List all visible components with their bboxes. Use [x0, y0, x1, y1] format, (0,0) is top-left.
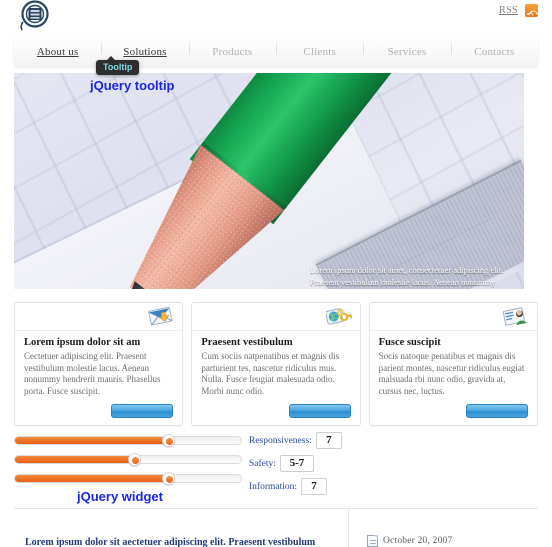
- field-row-safety: Safety: 5-7: [249, 454, 369, 473]
- footer-vertical-divider: [348, 508, 349, 547]
- feature-card: Lorem ipsum dolor sit am Cectetuer adipi…: [14, 302, 184, 426]
- card-body: Fusce suscipit Socis natoque penatibus e…: [370, 331, 537, 397]
- information-label: Information:: [249, 481, 298, 492]
- card-header: [192, 303, 360, 331]
- slider-group: [14, 433, 242, 493]
- card-header: [15, 303, 183, 331]
- feature-card: Praesent vestibulum Cum sociis natpenati…: [191, 302, 361, 426]
- slider-fill: [15, 456, 135, 463]
- card-title: Praesent vestibulum: [201, 337, 293, 348]
- slider-handle[interactable]: [161, 433, 175, 447]
- page-root: RSS About us Solutions Products Clients …: [0, 0, 552, 547]
- post-date: October 20, 2007: [367, 535, 452, 547]
- mail-download-icon: [148, 306, 174, 328]
- document-icon: [367, 535, 378, 547]
- card-text: Cectetuer adipiscing elit. Praesent vest…: [24, 351, 161, 396]
- tooltip-popup: Tooltip: [96, 56, 140, 75]
- post-title-link[interactable]: Lorem ipsum dolor sit aectetuer adipisci…: [25, 536, 335, 547]
- annotation-jquery-widget: jQuery widget: [77, 489, 163, 504]
- slider-value-fields: Responsiveness: 7 Safety: 5-7 Informatio…: [249, 431, 369, 500]
- slider-fill: [15, 475, 169, 482]
- hero-overlay-text: Lorem ipsum dolor sit amet, consectetuer…: [310, 265, 504, 287]
- safety-label: Safety:: [249, 458, 276, 469]
- nav-item-about-us[interactable]: About us: [14, 46, 101, 58]
- information-slider[interactable]: [14, 471, 242, 485]
- card-header: [369, 303, 537, 331]
- card-title: Lorem ipsum dolor sit am: [24, 337, 141, 348]
- field-row-information: Information: 7: [249, 477, 369, 496]
- responsiveness-label: Responsiveness:: [249, 435, 312, 446]
- globe-keys-icon: [325, 306, 352, 328]
- post-date-text: October 20, 2007: [383, 536, 453, 546]
- card-body: Lorem ipsum dolor sit am Cectetuer adipi…: [15, 331, 182, 397]
- rss-link[interactable]: RSS: [499, 5, 518, 16]
- card-body: Praesent vestibulum Cum sociis natpenati…: [192, 331, 359, 397]
- field-row-responsiveness: Responsiveness: 7: [249, 431, 369, 450]
- responsiveness-input[interactable]: 7: [315, 432, 342, 449]
- card-text: Cum sociis natpenatibus et magnis dis pa…: [201, 351, 340, 396]
- slider-handle[interactable]: [161, 471, 175, 485]
- information-input[interactable]: 7: [301, 478, 328, 495]
- safety-slider[interactable]: [14, 452, 242, 466]
- slider-handle[interactable]: [127, 452, 141, 466]
- safety-input[interactable]: 5-7: [279, 455, 314, 472]
- nav-item-products[interactable]: Products: [188, 38, 276, 59]
- feature-cards: Lorem ipsum dolor sit am Cectetuer adipi…: [14, 302, 538, 426]
- site-logo[interactable]: [14, 0, 58, 32]
- nav-item-clients[interactable]: Clients: [275, 38, 363, 59]
- card-action-button[interactable]: [111, 404, 174, 418]
- tooltip-arrow: [106, 56, 116, 61]
- rss-icon[interactable]: [525, 4, 540, 22]
- feature-card: Fusce suscipit Socis natoque penatibus e…: [368, 302, 538, 426]
- tooltip-label: Tooltip: [103, 62, 133, 72]
- card-action-button[interactable]: [465, 404, 528, 418]
- annotation-jquery-tooltip: jQuery tooltip: [90, 78, 175, 93]
- rss-zone: RSS: [499, 4, 540, 22]
- main-navigation: About us Solutions Products Clients Serv…: [14, 36, 538, 67]
- card-action-button[interactable]: [288, 404, 351, 418]
- hero-banner: Lorem ipsum dolor sit amet, consectetuer…: [14, 73, 524, 289]
- card-title: Fusce suscipit: [378, 337, 441, 348]
- card-text: Socis natoque penatibus et magnis dis pa…: [378, 351, 525, 396]
- nav-item-contacts[interactable]: Contacts: [450, 38, 538, 59]
- user-card-icon: [502, 306, 529, 328]
- slider-fill: [15, 437, 169, 444]
- site-header: RSS: [0, 0, 552, 34]
- nav-item-services[interactable]: Services: [363, 38, 450, 59]
- footer-divider: [14, 508, 538, 509]
- responsiveness-slider[interactable]: [14, 433, 242, 447]
